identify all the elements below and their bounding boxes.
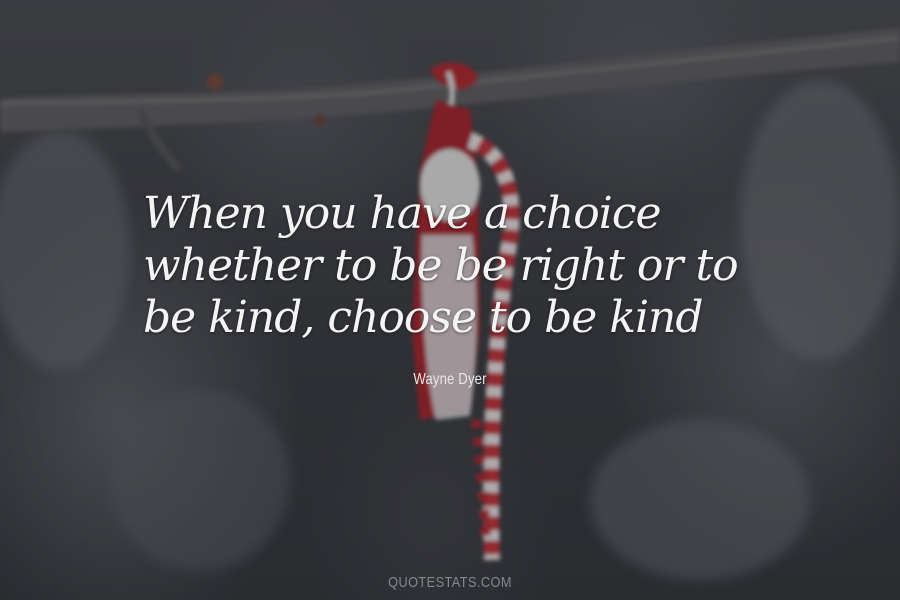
quote-author: Wayne Dyer <box>413 371 487 388</box>
quote-text: When you have a choice whether to be be … <box>143 188 739 343</box>
background-photo: When you have a choice whether to be be … <box>0 0 900 600</box>
site-watermark: QUOTESTATS.COM <box>388 574 512 591</box>
